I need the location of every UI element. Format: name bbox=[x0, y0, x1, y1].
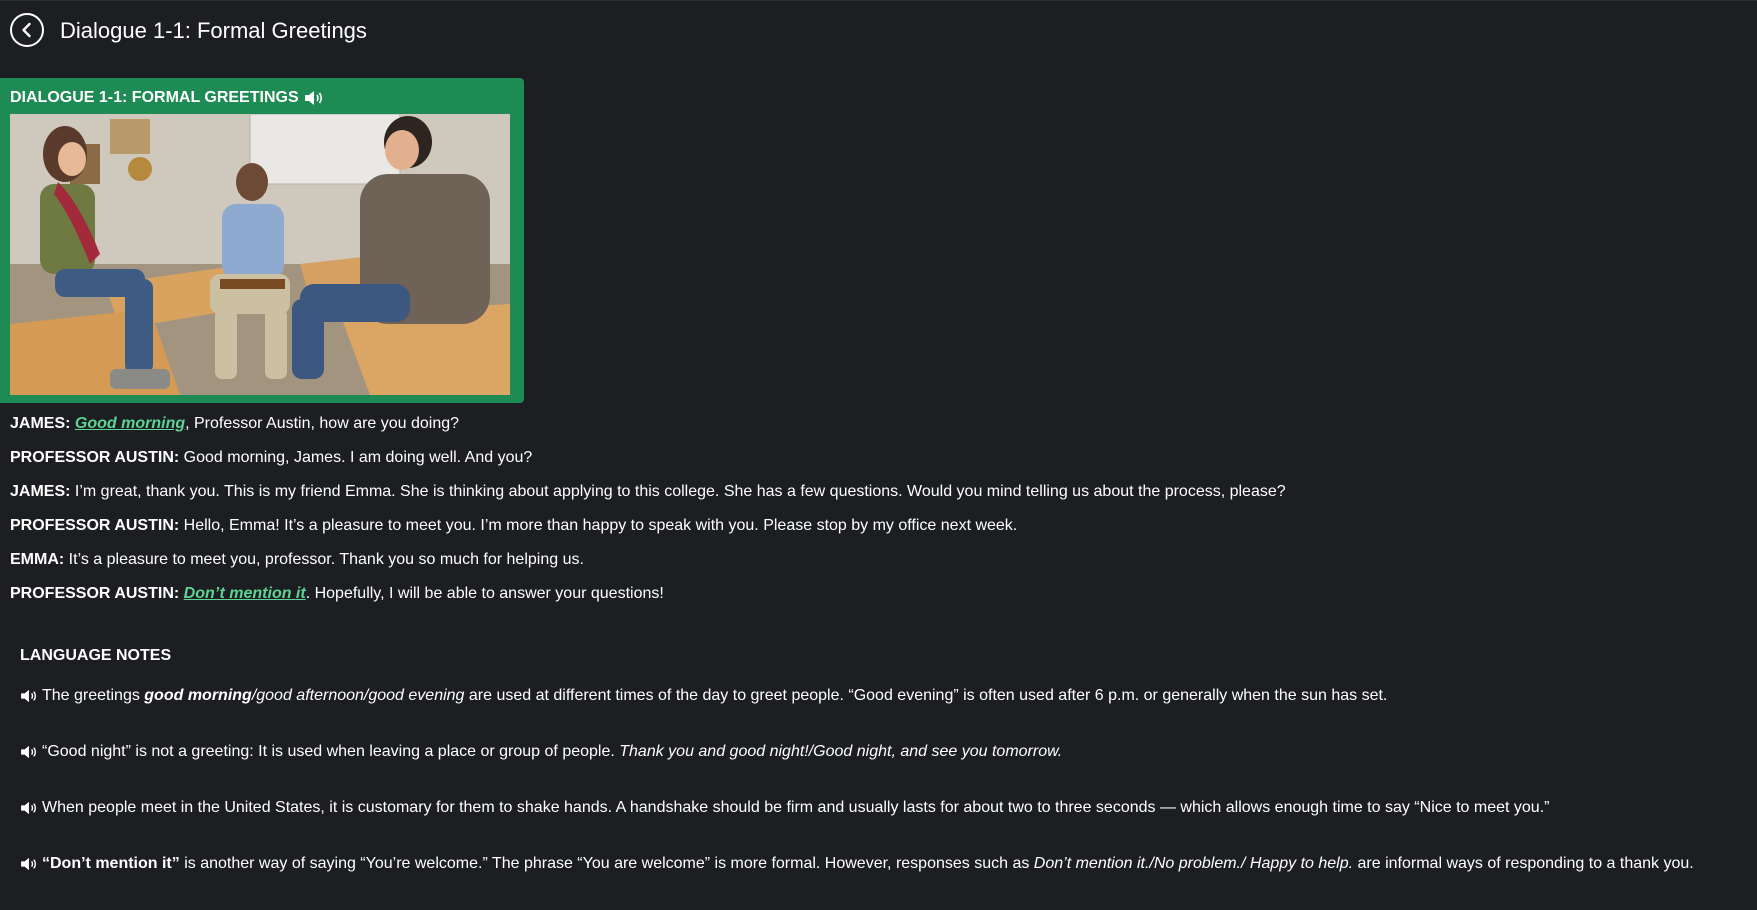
note-text: is another way of saying “You’re welcome… bbox=[179, 855, 1034, 872]
dialogue-text: , Professor Austin, how are you doing? bbox=[185, 415, 460, 432]
note-text: The greetings bbox=[42, 687, 145, 704]
dialogue-line: PROFESSOR AUSTIN: Good morning, James. I… bbox=[10, 448, 1710, 482]
note-text: are used at different times of the day t… bbox=[464, 687, 1388, 704]
note-text: When people meet in the United States, i… bbox=[42, 799, 1550, 816]
phrase-link-good-morning[interactable]: Good morning bbox=[75, 415, 185, 432]
top-bar: Dialogue 1-1: Formal Greetings bbox=[0, 0, 1757, 61]
dialogue-line: PROFESSOR AUSTIN: Don’t mention it. Hope… bbox=[10, 584, 1710, 618]
speaker-icon[interactable] bbox=[20, 801, 38, 815]
language-notes-heading: LANGUAGE NOTES bbox=[20, 647, 172, 664]
language-notes: The greetings good morning/good afternoo… bbox=[20, 686, 1740, 910]
dialogue-text: Hello, Emma! It’s a pleasure to meet you… bbox=[183, 517, 1018, 534]
speaker-name: PROFESSOR AUSTIN: bbox=[10, 585, 180, 602]
note-item: The greetings good morning/good afternoo… bbox=[20, 686, 1740, 742]
dialogue-line: JAMES: Good morning, Professor Austin, h… bbox=[10, 414, 1710, 448]
dialogue-text: Good morning, James. I am doing well. An… bbox=[183, 449, 533, 466]
speaker-name: PROFESSOR AUSTIN: bbox=[10, 517, 180, 534]
speaker-icon[interactable] bbox=[20, 745, 38, 759]
dialogue-text: It’s a pleasure to meet you, professor. … bbox=[68, 551, 584, 568]
note-text: “Good night” is not a greeting: It is us… bbox=[42, 743, 620, 760]
note-italic: Don’t mention it./No problem./ Happy to … bbox=[1033, 855, 1354, 872]
note-italic: Thank you and good night!/Good night, an… bbox=[619, 743, 1063, 760]
note-emphasis: good morning bbox=[144, 687, 252, 704]
note-item: When people meet in the United States, i… bbox=[20, 798, 1740, 854]
dialogue-line: EMMA: It’s a pleasure to meet you, profe… bbox=[10, 550, 1710, 584]
speaker-name: JAMES: bbox=[10, 415, 71, 432]
speaker-icon[interactable] bbox=[20, 857, 38, 871]
note-item: “Good night” is not a greeting: It is us… bbox=[20, 742, 1740, 798]
note-italic: /good afternoon/good evening bbox=[251, 687, 465, 704]
speaker-name: JAMES: bbox=[10, 483, 71, 500]
card-header[interactable]: DIALOGUE 1-1: FORMAL GREETINGS bbox=[10, 88, 324, 108]
chevron-left-icon bbox=[22, 22, 31, 38]
dialogue-line: PROFESSOR AUSTIN: Hello, Emma! It’s a pl… bbox=[10, 516, 1710, 550]
back-button[interactable] bbox=[10, 13, 44, 47]
note-text: are informal ways of responding to a tha… bbox=[1353, 855, 1694, 872]
note-item: “Don’t mention it” is another way of say… bbox=[20, 854, 1740, 910]
dialogue-text: I’m great, thank you. This is my friend … bbox=[74, 483, 1286, 500]
speaker-icon[interactable] bbox=[304, 90, 324, 106]
speaker-icon[interactable] bbox=[20, 689, 38, 703]
dialogue-transcript: JAMES: Good morning, Professor Austin, h… bbox=[10, 414, 1710, 618]
speaker-name: PROFESSOR AUSTIN: bbox=[10, 449, 180, 466]
classroom-photo bbox=[10, 114, 510, 395]
speaker-name: EMMA: bbox=[10, 551, 65, 568]
phrase-link-dont-mention-it[interactable]: Don’t mention it bbox=[184, 585, 306, 602]
note-emphasis: “Don’t mention it” bbox=[42, 855, 180, 872]
dialogue-text: . Hopefully, I will be able to answer yo… bbox=[305, 585, 664, 602]
dialogue-line: JAMES: I’m great, thank you. This is my … bbox=[10, 482, 1710, 516]
card-title: DIALOGUE 1-1: FORMAL GREETINGS bbox=[10, 89, 299, 106]
page-title: Dialogue 1-1: Formal Greetings bbox=[60, 18, 367, 43]
dialogue-card: DIALOGUE 1-1: FORMAL GREETINGS bbox=[0, 78, 524, 403]
